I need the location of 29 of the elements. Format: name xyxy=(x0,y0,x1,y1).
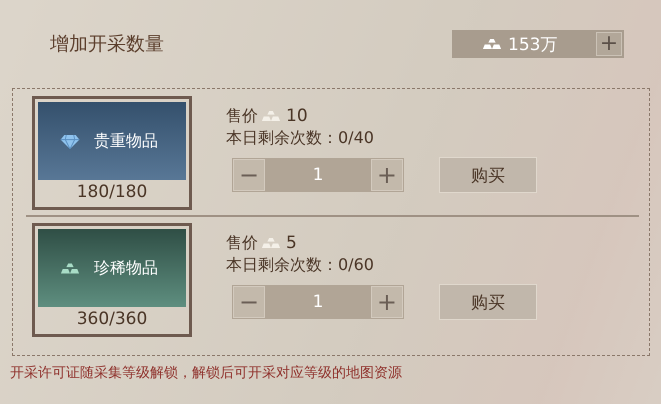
item-name: 珍稀物品 xyxy=(94,258,158,278)
buy-button[interactable]: 购买 xyxy=(439,157,537,193)
stock-count: 360/360 xyxy=(76,309,148,329)
unlock-note: 开采许可证随采集等级解锁，解锁后可开采对应等级的地图资源 xyxy=(10,364,403,382)
price-value: 10 xyxy=(286,106,308,126)
price-label: 售价 xyxy=(226,232,258,254)
stock-count: 180/180 xyxy=(76,182,148,202)
ingot-icon xyxy=(261,237,281,249)
diamond-icon xyxy=(60,134,80,148)
price-value: 5 xyxy=(286,233,297,253)
remaining-count: 本日剩余次数：0/40 xyxy=(226,128,375,149)
price-label: 售价 xyxy=(226,106,258,126)
ingot-icon xyxy=(261,110,281,122)
item-tile[interactable]: 贵重物品 xyxy=(38,102,186,180)
add-currency-button[interactable]: + xyxy=(596,32,622,56)
ingot-icon xyxy=(60,260,80,276)
buy-button[interactable]: 购买 xyxy=(439,284,537,320)
increase-button[interactable]: + xyxy=(370,159,403,191)
quantity-value: 1 xyxy=(312,165,324,185)
remaining-count: 本日剩余次数：0/60 xyxy=(226,255,375,276)
ingot-icon xyxy=(482,38,502,50)
decrease-button[interactable]: − xyxy=(233,286,265,318)
panel-title: 增加开采数量 xyxy=(50,32,164,57)
decrease-button[interactable]: − xyxy=(233,159,265,191)
item-name: 贵重物品 xyxy=(94,130,158,152)
item-tile[interactable]: 珍稀物品 xyxy=(38,229,186,307)
quantity-value: 1 xyxy=(312,292,324,312)
currency-amount: 153万 xyxy=(508,34,558,56)
increase-button[interactable]: + xyxy=(370,286,403,318)
